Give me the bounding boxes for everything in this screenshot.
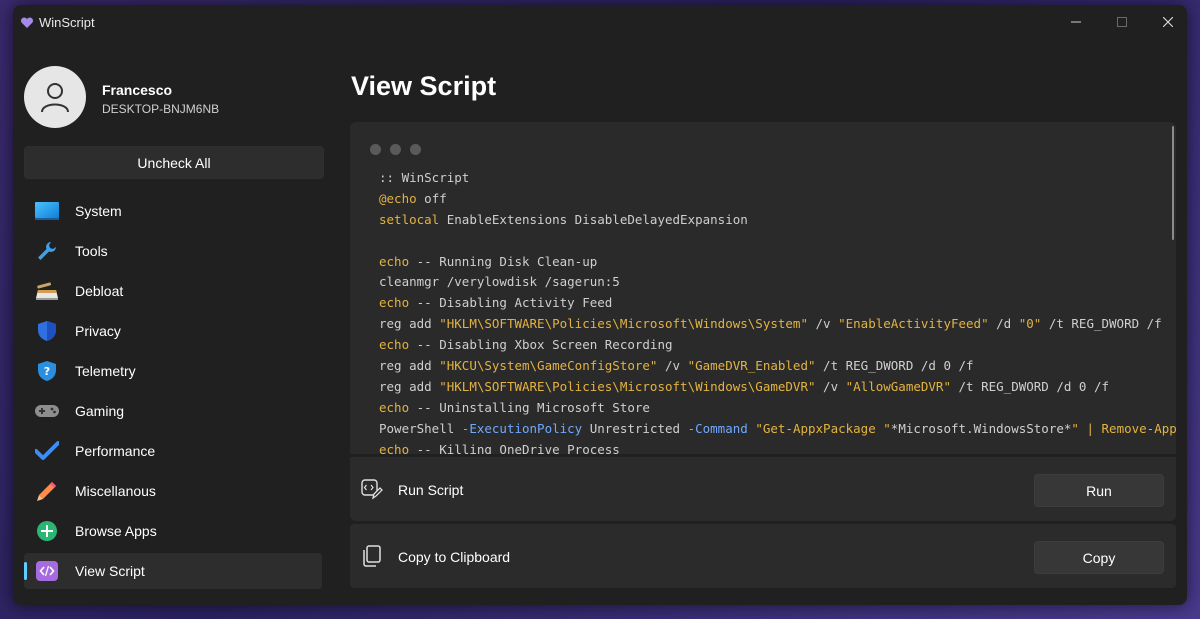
user-name: Francesco: [102, 82, 173, 98]
run-button[interactable]: Run: [1034, 474, 1164, 507]
copy-button[interactable]: Copy: [1034, 541, 1164, 574]
sidebar-item-label: Debloat: [75, 283, 124, 299]
shield-icon: [35, 320, 59, 342]
minimize-icon: [1071, 21, 1081, 23]
gamepad-icon: [35, 400, 59, 422]
sidebar-item-privacy[interactable]: Privacy: [24, 313, 322, 349]
sidebar-item-tools[interactable]: Tools: [24, 233, 322, 269]
minimize-button[interactable]: [1053, 5, 1099, 39]
svg-text:?: ?: [44, 365, 50, 378]
sidebar-item-label: Browse Apps: [75, 523, 157, 539]
sidebar-item-performance[interactable]: Performance: [24, 433, 322, 469]
copy-to-clipboard-card: Copy to Clipboard Copy: [350, 524, 1176, 588]
sidebar-item-label: System: [75, 203, 122, 219]
page-title: View Script: [351, 71, 497, 101]
sidebar-item-gaming[interactable]: Gaming: [24, 393, 322, 429]
maximize-button[interactable]: [1099, 5, 1145, 39]
window-title: WinScript: [39, 15, 95, 30]
sidebar-item-label: Miscellanous: [75, 483, 156, 499]
wrench-icon: [35, 240, 59, 262]
copy-icon: [360, 544, 384, 568]
sidebar-item-label: Performance: [75, 443, 156, 459]
script-code: :: WinScript@echo offsetlocal EnableExte…: [379, 168, 1176, 454]
code-line: @echo off: [379, 190, 447, 206]
code-line: echo -- Running Disk Clean-up: [379, 253, 598, 269]
sidebar-item-miscellanous[interactable]: Miscellanous: [24, 473, 322, 509]
sidebar-item-label: Gaming: [75, 403, 125, 419]
script-code-view[interactable]: :: WinScript@echo offsetlocal EnableExte…: [350, 122, 1176, 454]
code-line: echo -- Uninstalling Microsoft Store: [379, 399, 650, 415]
code-window-dots: [370, 144, 421, 155]
dot-icon: [410, 144, 421, 155]
uncheck-all-button[interactable]: Uncheck All: [24, 146, 324, 179]
copy-to-clipboard-label: Copy to Clipboard: [398, 549, 511, 565]
maximize-icon: [1117, 17, 1127, 27]
run-script-label: Run Script: [398, 482, 464, 498]
app-window: WinScript Francesco DESKTOP-BNJM6NB Unch…: [13, 5, 1187, 605]
sidebar-nav: System Tools Debloat Privacy ? Telemetry: [24, 193, 322, 593]
code-line: ​: [379, 231, 1176, 252]
code-line: reg add "HKLM\SOFTWARE\Policies\Microsof…: [379, 378, 1110, 394]
code-line: echo -- Disabling Activity Feed: [379, 295, 613, 311]
sidebar-item-label: Privacy: [75, 323, 121, 339]
user-icon: [41, 83, 69, 113]
avatar: [24, 66, 86, 128]
dot-icon: [390, 144, 401, 155]
code-line: reg add "HKCU\System\GameConfigStore" /v…: [379, 358, 974, 374]
sidebar-item-label: Telemetry: [75, 363, 136, 379]
checkmark-icon: [35, 440, 59, 462]
question-shield-icon: ?: [35, 360, 59, 382]
title-bar[interactable]: WinScript: [13, 5, 1187, 39]
machine-name: DESKTOP-BNJM6NB: [102, 102, 220, 116]
code-line: cleanmgr /verylowdisk /sagerun:5: [379, 274, 620, 290]
pencil-icon: [35, 480, 59, 502]
dot-icon: [370, 144, 381, 155]
monitor-icon: [35, 200, 59, 222]
run-script-card: Run Script Run: [350, 457, 1176, 521]
code-scrollbar[interactable]: [1172, 126, 1174, 240]
close-button[interactable]: [1145, 5, 1187, 39]
sidebar-item-system[interactable]: System: [24, 193, 322, 229]
sidebar-item-label: View Script: [75, 563, 145, 579]
sidebar-item-label: Tools: [75, 243, 108, 259]
code-line: PowerShell -ExecutionPolicy Unrestricted…: [379, 420, 1176, 436]
sidebar-item-view-script[interactable]: View Script: [24, 553, 322, 589]
broom-icon: [35, 280, 59, 302]
script-edit-icon: [360, 477, 384, 501]
code-icon: [35, 560, 59, 582]
sidebar-item-browse-apps[interactable]: Browse Apps: [24, 513, 322, 549]
plus-circle-icon: [35, 520, 59, 542]
code-line: echo -- Disabling Xbox Screen Recording: [379, 337, 673, 353]
winscript-logo-icon: [20, 16, 34, 30]
code-line: :: WinScript: [379, 170, 470, 185]
close-icon: [1163, 17, 1173, 27]
sidebar-item-telemetry[interactable]: ? Telemetry: [24, 353, 322, 389]
code-line: reg add "HKLM\SOFTWARE\Policies\Microsof…: [379, 316, 1162, 332]
sidebar-item-debloat[interactable]: Debloat: [24, 273, 322, 309]
code-line: echo -- Killing OneDrive Process: [379, 441, 620, 454]
code-line: setlocal EnableExtensions DisableDelayed…: [379, 211, 748, 227]
